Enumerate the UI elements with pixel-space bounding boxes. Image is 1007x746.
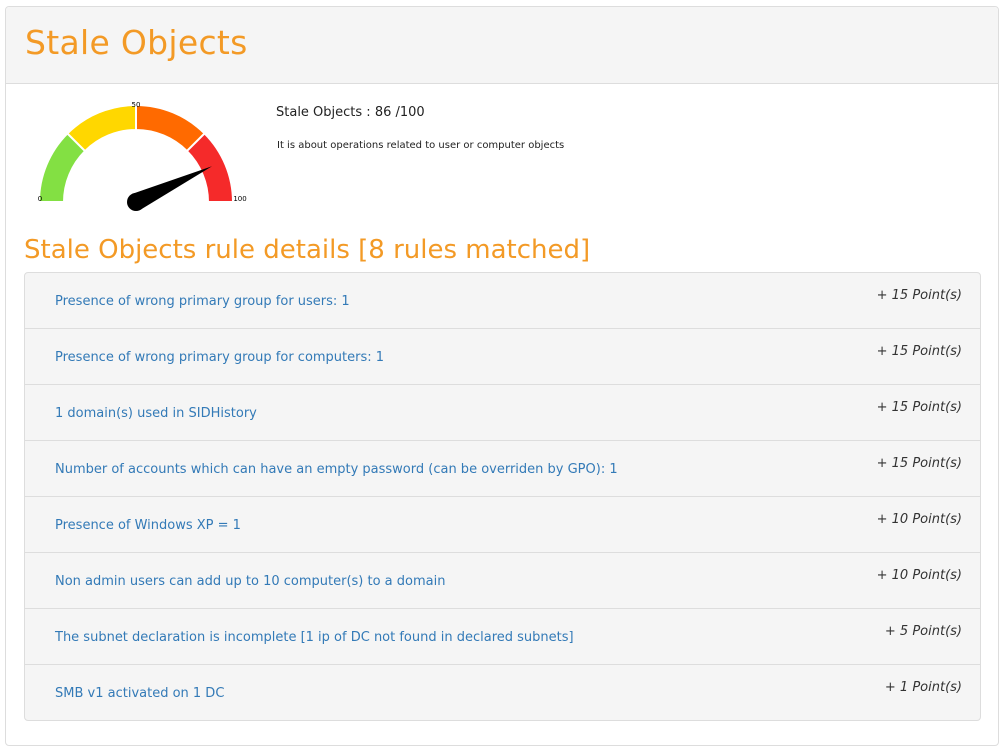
rule-link[interactable]: Presence of wrong primary group for user… <box>55 293 350 311</box>
rule-row[interactable]: Number of accounts which can have an emp… <box>25 441 980 497</box>
gauge-min-label: 0 <box>38 195 42 203</box>
rule-points: + 5 Point(s) <box>884 624 962 639</box>
score-description: It is about operations related to user o… <box>277 140 565 151</box>
rule-row[interactable]: The subnet declaration is incomplete [1 … <box>25 609 980 665</box>
rule-row[interactable]: Non admin users can add up to 10 compute… <box>25 553 980 609</box>
rule-points: + 15 Point(s) <box>876 456 962 471</box>
rule-points: + 10 Point(s) <box>876 512 962 527</box>
rule-link[interactable]: Number of accounts which can have an emp… <box>55 461 618 479</box>
rule-points: + 15 Point(s) <box>876 400 962 415</box>
panel-heading: Stale Objects <box>6 7 998 84</box>
gauge-segment-medium <box>65 103 137 153</box>
score-gauge: 0 50 100 <box>37 101 247 211</box>
rule-points: + 15 Point(s) <box>876 344 962 359</box>
gauge-needle-hub <box>127 193 145 211</box>
gauge-arcs <box>37 103 235 203</box>
rule-row[interactable]: 1 domain(s) used in SIDHistory + 15 Poin… <box>25 385 980 441</box>
rule-link[interactable]: Presence of wrong primary group for comp… <box>55 349 384 367</box>
gauge-segment-critical <box>185 131 235 203</box>
rule-link[interactable]: SMB v1 activated on 1 DC <box>55 685 224 703</box>
rule-row[interactable]: Presence of wrong primary group for user… <box>25 273 980 329</box>
rule-link[interactable]: 1 domain(s) used in SIDHistory <box>55 405 257 423</box>
rule-link[interactable]: The subnet declaration is incomplete [1 … <box>55 629 574 647</box>
gauge-max-label: 100 <box>233 195 246 203</box>
rule-row[interactable]: SMB v1 activated on 1 DC + 1 Point(s) <box>25 665 980 720</box>
rule-points: + 10 Point(s) <box>876 568 962 583</box>
page-title: Stale Objects <box>25 23 248 62</box>
gauge-needle <box>127 166 213 211</box>
gauge-mid-label: 50 <box>132 101 141 109</box>
rule-row[interactable]: Presence of Windows XP = 1 + 10 Point(s) <box>25 497 980 553</box>
rules-list: Presence of wrong primary group for user… <box>24 272 981 721</box>
rule-link[interactable]: Presence of Windows XP = 1 <box>55 517 241 535</box>
rule-link[interactable]: Non admin users can add up to 10 compute… <box>55 573 445 591</box>
rule-points: + 15 Point(s) <box>876 288 962 303</box>
rule-points: + 1 Point(s) <box>884 680 962 695</box>
score-text: Stale Objects : 86 /100 <box>276 105 425 120</box>
rule-row[interactable]: Presence of wrong primary group for comp… <box>25 329 980 385</box>
rules-section-title: Stale Objects rule details [8 rules matc… <box>24 235 591 265</box>
